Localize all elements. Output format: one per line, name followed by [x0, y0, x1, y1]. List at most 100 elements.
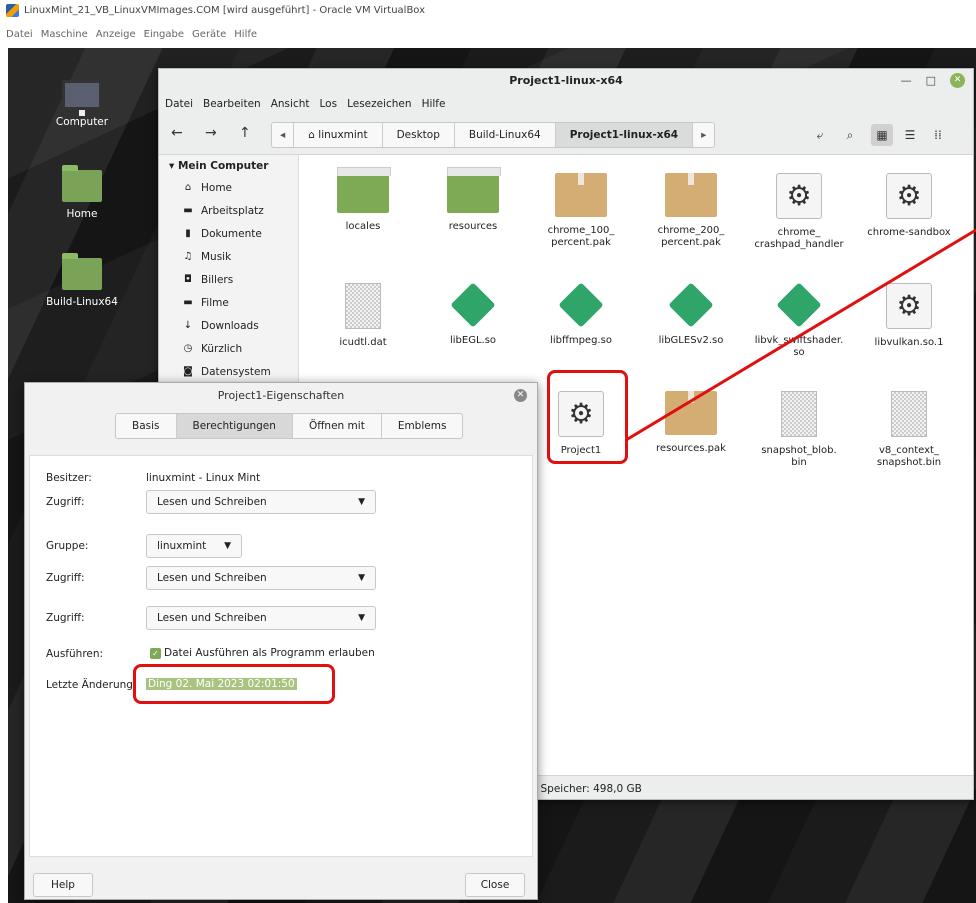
sidebar-item-label: Billers — [201, 273, 234, 286]
close-button[interactable]: Close — [465, 873, 525, 897]
home-icon: ⌂ — [184, 182, 192, 193]
sidebar-item-dokumente[interactable]: ▮ Dokumente — [159, 222, 298, 245]
text-file-icon — [891, 391, 927, 437]
sidebar-item-downloads[interactable]: ↓ Downloads — [159, 314, 298, 337]
file-label: chrome_ crashpad_handler — [754, 227, 844, 250]
execute-checkbox[interactable]: ✓ Datei Ausführen als Programm erlauben — [150, 647, 375, 659]
sidebar-header[interactable]: ▾ Mein Computer — [159, 158, 298, 176]
sidebar-item-label: Musik — [201, 250, 232, 263]
file-item-resources-pak[interactable]: resources.pak — [639, 391, 743, 455]
file-label: locales — [345, 221, 381, 232]
tab-berechtigungen[interactable]: Berechtigungen — [176, 414, 293, 438]
library-icon — [451, 283, 495, 327]
tab-basis[interactable]: Basis — [116, 414, 177, 438]
other-access-select[interactable]: Lesen und Schreiben ▼ — [146, 606, 376, 630]
sidebar-item-label: Home — [201, 181, 233, 194]
sidebar-item-kuerzlich[interactable]: ◷ Kürzlich — [159, 337, 298, 360]
file-label: resources — [448, 221, 498, 232]
breadcrumb-left-icon[interactable]: ◂ — [272, 123, 295, 147]
file-label: resources.pak — [656, 443, 726, 454]
drive-icon: ◙ — [183, 366, 193, 377]
desktop-icon-build-linux64[interactable]: Build-Linux64 — [42, 253, 122, 308]
menu-los[interactable]: Los — [320, 98, 338, 110]
forward-arrow-icon[interactable]: → — [205, 125, 217, 141]
text-file-icon — [781, 391, 817, 437]
tab-emblems[interactable]: Emblems — [382, 414, 463, 438]
other-access-value: Lesen und Schreiben — [157, 612, 267, 624]
permissions-panel: Besitzer: linuxmint - Linux Mint Zugriff… — [29, 455, 533, 857]
file-item-icudtl[interactable]: icudtl.dat — [311, 283, 415, 349]
sidebar-item-arbeitsplatz[interactable]: ▬ Arbeitsplatz — [159, 199, 298, 222]
menu-bearbeiten[interactable]: Bearbeiten — [203, 98, 261, 110]
search-icon[interactable]: ⌕ — [839, 124, 861, 146]
file-item-crashpad[interactable]: ⚙ chrome_ crashpad_handler — [747, 173, 851, 251]
menu-hilfe[interactable]: Hilfe — [422, 98, 446, 110]
breadcrumb-label: linuxmint — [318, 129, 368, 141]
group-access-select[interactable]: Lesen und Schreiben ▼ — [146, 566, 376, 590]
help-button[interactable]: Help — [33, 873, 93, 897]
sidebar-item-label: Dokumente — [201, 227, 262, 240]
close-icon[interactable]: ✕ — [950, 73, 965, 88]
vb-menu-eingabe[interactable]: Eingabe — [144, 29, 184, 40]
file-item-v8-context[interactable]: v8_context_ snapshot.bin — [857, 391, 961, 469]
home-folder-icon — [62, 165, 102, 202]
maximize-icon[interactable]: □ — [926, 74, 936, 87]
icon-view-icon[interactable]: ▦ — [871, 124, 893, 146]
sidebar-item-musik[interactable]: ♫ Musik — [159, 245, 298, 268]
file-item-libvulkan[interactable]: ⚙ libvulkan.so.1 — [857, 283, 961, 349]
breadcrumb-project1[interactable]: Project1-linux-x64 — [555, 123, 694, 147]
file-item-chrome-200[interactable]: chrome_200_ percent.pak — [639, 173, 743, 249]
annotation-highlight-modified — [133, 664, 335, 704]
sidebar-item-home[interactable]: ⌂ Home — [159, 176, 298, 199]
breadcrumb-linuxmint[interactable]: ⌂ linuxmint — [294, 123, 383, 147]
vb-menu-hilfe[interactable]: Hilfe — [234, 29, 257, 40]
group-value: linuxmint — [157, 540, 207, 552]
desktop-icon-home[interactable]: Home — [42, 165, 122, 220]
desktop-icon-label: Build-Linux64 — [46, 296, 118, 308]
breadcrumb-right-icon[interactable]: ▸ — [693, 123, 714, 147]
vb-menu-datei[interactable]: Datei — [6, 29, 33, 40]
package-icon — [665, 391, 717, 435]
toggle-location-icon[interactable]: ⤶ — [809, 124, 831, 146]
sidebar-item-filme[interactable]: ▬ Filme — [159, 291, 298, 314]
minimize-icon[interactable]: — — [901, 74, 912, 87]
desktop-icon-computer[interactable]: Computer — [42, 80, 122, 128]
file-item-chrome-100[interactable]: chrome_100_ percent.pak — [529, 173, 633, 249]
list-view-icon[interactable]: ☰ — [899, 124, 921, 146]
file-item-chrome-sandbox[interactable]: ⚙ chrome-sandbox — [857, 173, 961, 239]
menu-datei[interactable]: Datei — [165, 98, 193, 110]
sidebar-item-billers[interactable]: ◘ Billers — [159, 268, 298, 291]
file-item-resources[interactable]: resources — [421, 167, 525, 233]
sidebar-item-datensystem[interactable]: ◙ Datensystem — [159, 360, 298, 383]
group-access-label: Zugriff: — [46, 572, 85, 584]
close-icon[interactable]: ✕ — [514, 389, 527, 402]
file-item-libffmpeg[interactable]: libffmpeg.so — [529, 283, 633, 347]
file-item-snapshot-blob[interactable]: snapshot_blob. bin — [747, 391, 851, 469]
compact-view-icon[interactable]: ⁞⁞ — [927, 124, 949, 146]
download-icon: ↓ — [183, 320, 193, 331]
file-label: chrome_100_ percent.pak — [547, 225, 615, 248]
file-label: libvk_swiftshader. so — [754, 335, 844, 358]
sidebar-item-label: Kürzlich — [201, 342, 243, 355]
breadcrumb-desktop[interactable]: Desktop — [383, 123, 455, 147]
history-icon: ◷ — [183, 343, 193, 354]
menu-lesezeichen[interactable]: Lesezeichen — [347, 98, 412, 110]
vb-menu-anzeige[interactable]: Anzeige — [96, 29, 136, 40]
breadcrumb-build-linux64[interactable]: Build-Linux64 — [455, 123, 556, 147]
file-item-libegl[interactable]: libEGL.so — [421, 283, 525, 347]
vb-menu-geraete[interactable]: Geräte — [192, 29, 226, 40]
virtualbox-logo-icon — [6, 3, 19, 17]
file-label: libvulkan.so.1 — [874, 337, 944, 348]
back-arrow-icon[interactable]: ← — [171, 125, 183, 141]
file-item-locales[interactable]: locales — [311, 167, 415, 233]
group-select[interactable]: linuxmint ▼ — [146, 534, 242, 558]
tab-oeffnen-mit[interactable]: Öffnen mit — [293, 414, 382, 438]
owner-access-select[interactable]: Lesen und Schreiben ▼ — [146, 490, 376, 514]
vb-menu-maschine[interactable]: Maschine — [41, 29, 88, 40]
dialog-tabs: Basis Berechtigungen Öffnen mit Emblems — [115, 413, 464, 439]
file-item-libglesv2[interactable]: libGLESv2.so — [639, 283, 743, 347]
file-item-libvk[interactable]: libvk_swiftshader. so — [747, 283, 851, 359]
properties-dialog: Project1-Eigenschaften ✕ Basis Berechtig… — [24, 382, 538, 900]
menu-ansicht[interactable]: Ansicht — [271, 98, 310, 110]
up-arrow-icon[interactable]: ↑ — [239, 125, 251, 141]
